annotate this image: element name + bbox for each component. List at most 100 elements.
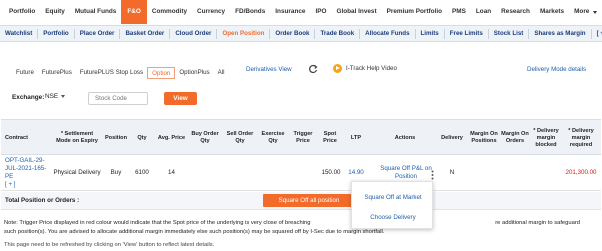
exchange-select[interactable]: NSE bbox=[45, 93, 66, 100]
margin-positions-cell bbox=[469, 155, 499, 191]
topnav-item-portfolio[interactable]: Portfolio bbox=[4, 0, 40, 24]
top-nav: Portfolio Equity Mutual Funds F&O Commodity C… bbox=[0, 0, 602, 24]
subnav-item-stock-list[interactable]: Stock List bbox=[489, 28, 530, 39]
play-icon bbox=[333, 64, 342, 73]
header-actions: Actions bbox=[394, 134, 416, 141]
square-off-at-market-option[interactable]: Square Off at Market bbox=[352, 194, 434, 201]
sub-nav: Watchlist Portfolio Place Order Basket Orde… bbox=[0, 25, 602, 42]
topnav-item-ipo[interactable]: IPO bbox=[310, 0, 331, 24]
derivatives-view-link[interactable]: Derivatives View bbox=[246, 66, 292, 73]
header-qty: Qty bbox=[137, 134, 147, 141]
topnav-item-premium-portfolio[interactable]: Premium Portfolio bbox=[382, 0, 447, 24]
note-text: Note: Trigger Price displayed in red col… bbox=[4, 219, 584, 236]
sell-order-qty-cell bbox=[223, 155, 257, 191]
buy-order-qty-cell bbox=[190, 155, 220, 191]
help-video-link[interactable]: I-Track Help Video bbox=[333, 64, 397, 73]
table-row: OPT-GAIL-29-JUL-2021-165-PE [ + ] Physic… bbox=[1, 155, 601, 191]
topnav-item-commodity[interactable]: Commodity bbox=[147, 0, 192, 24]
avg-price-cell: 14 bbox=[168, 169, 175, 176]
spot-price-cell: 150.00 bbox=[321, 169, 341, 176]
refresh-icon[interactable] bbox=[308, 64, 318, 74]
topnav-item-insurance[interactable]: Insurance bbox=[270, 0, 310, 24]
delivery-margin-required-cell: 201,300.00 bbox=[565, 169, 597, 176]
subnav-item-free-limits[interactable]: Free Limits bbox=[445, 28, 489, 39]
header-position: Position bbox=[104, 134, 128, 141]
exchange-label: Exchange: bbox=[12, 94, 45, 101]
topnav-item-loan[interactable]: Loan bbox=[471, 0, 496, 24]
subnav-item-limits[interactable]: Limits bbox=[416, 28, 445, 39]
delivery-cell: N bbox=[449, 169, 455, 176]
qty-cell: 6100 bbox=[135, 169, 149, 176]
topnav-item-research[interactable]: Research bbox=[496, 0, 535, 24]
table-header: Contract * Settlement Mode on Expiry Pos… bbox=[1, 119, 601, 155]
subnav-item-cloud-order[interactable]: Cloud Order bbox=[170, 28, 218, 39]
position-cell: Buy bbox=[110, 169, 122, 176]
exchange-value: NSE bbox=[45, 93, 59, 100]
topnav-item-markets[interactable]: Markets bbox=[535, 0, 569, 24]
note-line-1: Note: Trigger Price displayed in red col… bbox=[4, 220, 311, 226]
header-ltp: LTP bbox=[350, 134, 362, 141]
more-vertical-icon[interactable] bbox=[431, 170, 434, 180]
view-button[interactable]: View bbox=[164, 92, 197, 105]
subnav-item-watchlist[interactable]: Watchlist bbox=[0, 28, 39, 39]
tab-futureplus[interactable]: FuturePlus bbox=[38, 67, 76, 79]
refresh-footnote: This page need to be refreshed by clicki… bbox=[4, 242, 215, 248]
header-spot-price: Spot Price bbox=[323, 131, 337, 144]
note-line-1-tail: re additional margin to safeguard bbox=[495, 220, 580, 226]
header-settlement: * Settlement Mode on Expiry bbox=[56, 131, 98, 144]
header-exercise-qty: Exercise Qty bbox=[261, 131, 285, 144]
total-label: Total Position or Orders : bbox=[5, 197, 80, 204]
tab-future[interactable]: Future bbox=[12, 67, 38, 79]
header-margin-positions: Margin On Positions bbox=[470, 131, 498, 144]
topnav-more-label: More bbox=[574, 8, 590, 15]
note-line-2: such position(s). You are advised to all… bbox=[4, 228, 385, 235]
tab-all[interactable]: All bbox=[214, 67, 229, 79]
contract-cell[interactable]: OPT-GAIL-29-JUL-2021-165-PE [ + ] bbox=[1, 155, 53, 191]
subnav-item-allocate-funds[interactable]: Allocate Funds bbox=[360, 28, 416, 39]
header-delivery-margin-blocked: * Delivery margin blocked bbox=[533, 127, 559, 148]
tab-futureplus-stop-loss[interactable]: FuturePLUS Stop Loss bbox=[76, 67, 147, 79]
actions-dropdown: Square Off at Market Choose Delivery bbox=[351, 181, 433, 229]
topnav-item-f-o[interactable]: F&O bbox=[121, 0, 147, 24]
subnav-item-place-order[interactable]: Place Order bbox=[75, 28, 121, 39]
contract-name[interactable]: OPT-GAIL-29-JUL-2021-165-PE bbox=[5, 157, 53, 181]
contract-expand[interactable]: [ + ] bbox=[5, 181, 16, 189]
tab-optionplus[interactable]: OptionPlus bbox=[175, 67, 213, 79]
help-video-label: I-Track Help Video bbox=[346, 65, 397, 72]
subnav-item-basket-order[interactable]: Basket Order bbox=[120, 28, 171, 39]
exercise-qty-cell bbox=[258, 155, 288, 191]
header-buy-order-qty: Buy Order Qty bbox=[191, 131, 219, 144]
header-trigger-price: Trigger Price bbox=[293, 131, 313, 144]
chevron-down-icon bbox=[593, 10, 598, 14]
stock-code-input[interactable] bbox=[88, 92, 148, 105]
header-avg-price: Avg. Price bbox=[157, 134, 186, 141]
topnav-item-fd-bonds[interactable]: FD/Bonds bbox=[230, 0, 270, 24]
margin-orders-cell bbox=[501, 155, 529, 191]
header-contract: Contract bbox=[5, 134, 28, 141]
total-row: Total Position or Orders : Square Off al… bbox=[1, 192, 601, 210]
topnav-item-pms[interactable]: PMS bbox=[447, 0, 471, 24]
product-tabs: Future FuturePlus FuturePLUS Stop Loss Opti… bbox=[12, 67, 229, 79]
subnav-item-open-position[interactable]: Open Position bbox=[217, 28, 271, 39]
topnav-item-equity[interactable]: Equity bbox=[40, 0, 70, 24]
header-sell-order-qty: Sell Order Qty bbox=[226, 131, 254, 144]
delivery-margin-blocked-cell bbox=[531, 155, 561, 191]
subnav-item-portfolio[interactable]: Portfolio bbox=[38, 28, 75, 39]
settlement-cell: Physical Delivery bbox=[53, 169, 101, 176]
tab-option[interactable]: Option bbox=[147, 67, 176, 79]
subnav-item-expand[interactable]: [ + ] bbox=[592, 29, 602, 39]
subnav-item-order-book[interactable]: Order Book bbox=[270, 28, 316, 39]
chevron-down-icon bbox=[61, 95, 66, 98]
subnav-item-shares-as-margin[interactable]: Shares as Margin bbox=[529, 28, 592, 39]
topnav-item-currency[interactable]: Currency bbox=[192, 0, 230, 24]
subnav-item-trade-book[interactable]: Trade Book bbox=[315, 28, 361, 39]
header-margin-orders: Margin On Orders bbox=[501, 131, 529, 144]
header-delivery: Delivery bbox=[441, 134, 463, 141]
header-delivery-margin-required: * Delivery margin required bbox=[568, 127, 594, 148]
topnav-more[interactable]: More bbox=[569, 0, 602, 24]
topnav-item-global-invest[interactable]: Global Invest bbox=[331, 0, 381, 24]
square-off-all-button[interactable]: Square Off all position bbox=[263, 194, 355, 207]
topnav-item-mutual-funds[interactable]: Mutual Funds bbox=[70, 0, 122, 24]
delivery-mode-details-link[interactable]: Delivery Mode details bbox=[527, 66, 586, 73]
choose-delivery-option[interactable]: Choose Delivery bbox=[352, 214, 434, 221]
